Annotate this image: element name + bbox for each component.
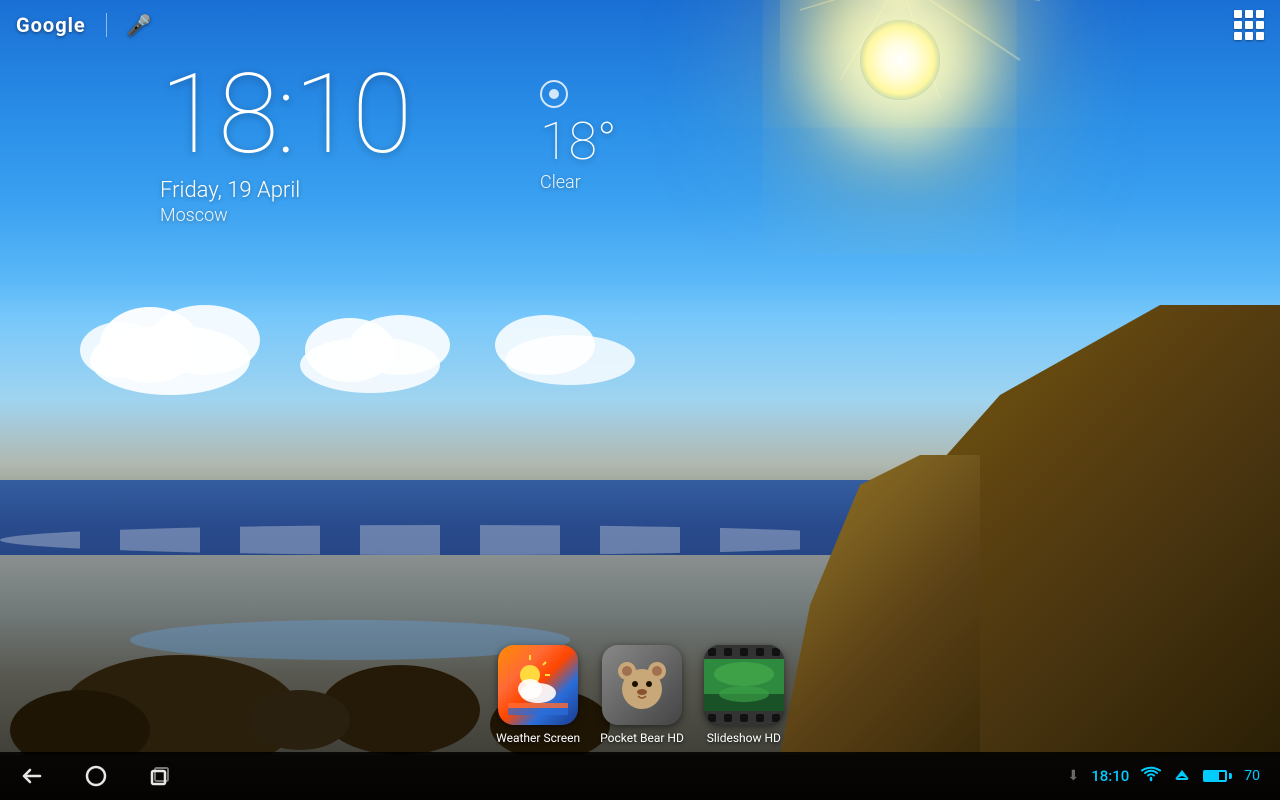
- google-logo: Google 🎤: [16, 13, 152, 37]
- film-strip-top: [704, 645, 784, 659]
- wifi-icon: [1141, 766, 1161, 786]
- grid-dot: [1256, 32, 1264, 40]
- recents-button[interactable]: [148, 764, 172, 788]
- weather-screen-label: Weather Screen: [496, 731, 580, 745]
- slideshow-icon-img: [704, 645, 784, 725]
- battery-fill: [1205, 772, 1219, 780]
- grid-dot: [1234, 21, 1242, 29]
- android-notification-icon: ⬇: [1067, 768, 1079, 784]
- grid-dot: [1234, 10, 1242, 18]
- film-hole: [724, 648, 732, 656]
- slideshow-app-bg: [704, 645, 784, 725]
- clouds: [50, 280, 650, 400]
- slideshow-label: Slideshow HD: [707, 731, 781, 745]
- pocket-bear-icon-img: [602, 645, 682, 725]
- grid-dot: [1245, 10, 1253, 18]
- clock-time: 18:10: [160, 60, 410, 170]
- nav-right: ⬇ 18:10 70: [1067, 765, 1260, 787]
- battery-percent: 70: [1244, 768, 1260, 784]
- battery-tip: [1229, 773, 1232, 779]
- app-icon-weather-screen[interactable]: Weather Screen: [496, 645, 580, 745]
- back-button[interactable]: [20, 764, 44, 788]
- film-strip-bottom: [704, 711, 784, 725]
- film-hole: [740, 648, 748, 656]
- topbar: Google 🎤: [0, 0, 1280, 50]
- film-hole: [708, 714, 716, 722]
- airplane-icon: [1173, 765, 1191, 787]
- clock-date: Friday, 19 April: [160, 178, 410, 203]
- grid-dot: [1256, 21, 1264, 29]
- grid-dot: [1245, 21, 1253, 29]
- film-hole: [740, 714, 748, 722]
- app-dock: Weather Screen: [0, 645, 1280, 745]
- clock-city: Moscow: [160, 205, 410, 226]
- status-time: 18:10: [1091, 767, 1129, 785]
- slideshow-image: [704, 659, 784, 711]
- sun-circle-icon: [540, 80, 568, 108]
- battery-bar: [1203, 770, 1227, 782]
- weather-screen-icon-img: [498, 645, 578, 725]
- pocket-bear-label: Pocket Bear HD: [600, 731, 684, 745]
- google-text: Google: [16, 13, 86, 37]
- nav-left: [20, 764, 172, 788]
- waves: [0, 525, 900, 555]
- divider: [106, 13, 107, 37]
- battery-icon: [1203, 770, 1232, 782]
- grid-dot: [1256, 10, 1264, 18]
- film-hole: [756, 648, 764, 656]
- grid-dot: [1245, 32, 1253, 40]
- film-hole: [708, 648, 716, 656]
- grid-dot: [1234, 32, 1242, 40]
- weather-app-bg: [498, 645, 578, 725]
- film-hole: [772, 714, 780, 722]
- navbar: ⬇ 18:10 70: [0, 752, 1280, 800]
- bear-app-bg: [602, 645, 682, 725]
- weather-sun-icon: [540, 80, 617, 108]
- app-icon-slideshow[interactable]: Slideshow HD: [704, 645, 784, 745]
- mic-icon[interactable]: 🎤: [127, 13, 152, 37]
- weather-description: Clear: [540, 172, 617, 193]
- weather-widget[interactable]: 18° Clear: [540, 80, 617, 193]
- clock-widget[interactable]: 18:10 Friday, 19 April Moscow: [160, 60, 410, 226]
- film-hole: [756, 714, 764, 722]
- home-button[interactable]: [84, 764, 108, 788]
- app-icon-pocket-bear[interactable]: Pocket Bear HD: [600, 645, 684, 745]
- apps-grid-icon[interactable]: [1234, 10, 1264, 40]
- film-hole: [772, 648, 780, 656]
- film-hole: [724, 714, 732, 722]
- weather-temperature: 18°: [540, 116, 617, 168]
